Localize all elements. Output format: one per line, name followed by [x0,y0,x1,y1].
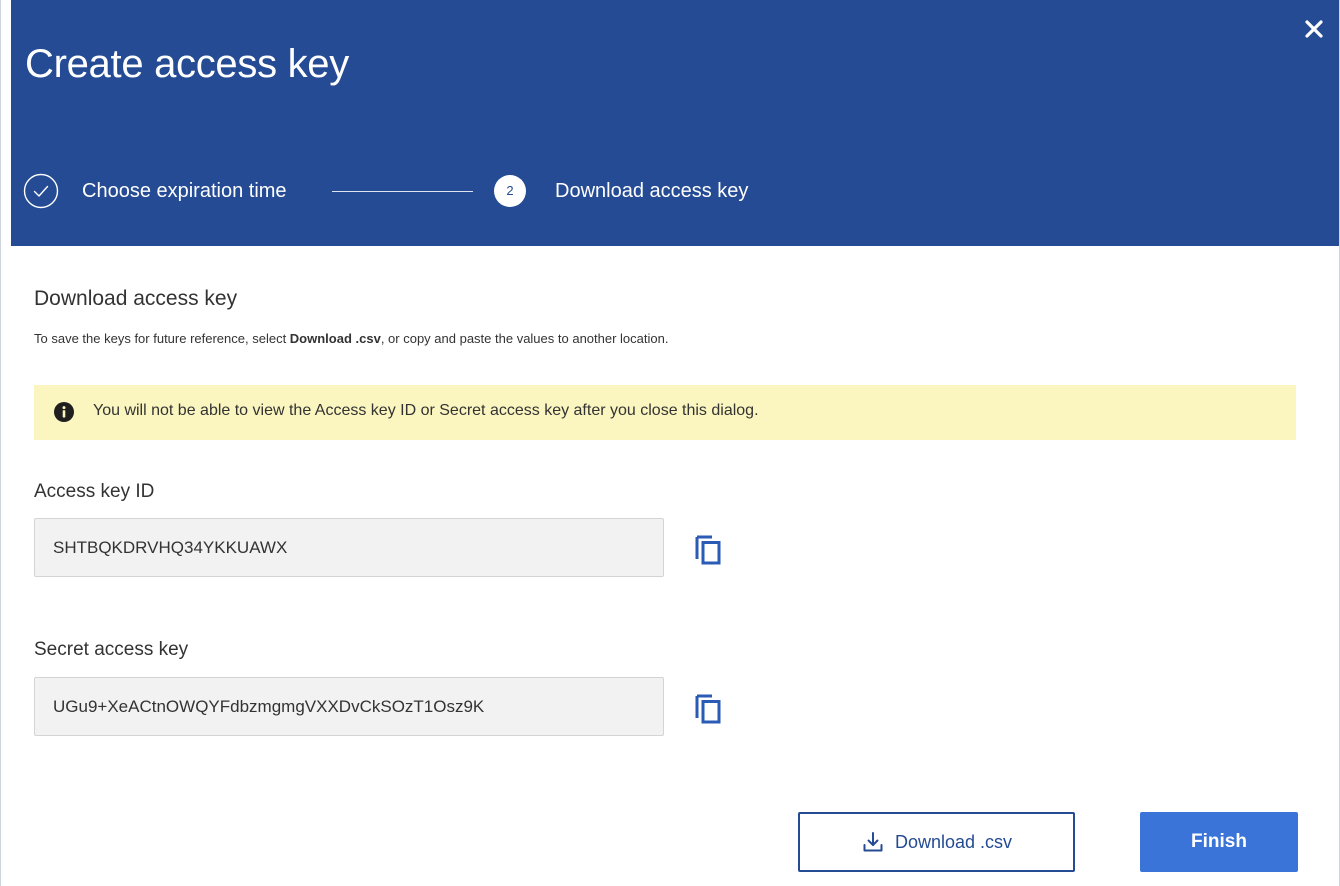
access-key-id-field[interactable] [34,518,664,577]
download-icon [863,832,883,852]
copy-secret-access-key-button[interactable] [694,692,722,724]
secret-access-key-label: Secret access key [34,639,189,660]
instructions-before: To save the keys for future reference, s… [34,331,290,346]
access-key-id-label: Access key ID [34,481,155,502]
dialog-header: Create access key Choose expiration time… [11,0,1339,246]
secret-access-key-field[interactable] [34,677,664,736]
warning-alert: You will not be able to view the Access … [34,385,1296,440]
finish-button[interactable]: Finish [1140,812,1298,872]
section-title: Download access key [34,287,238,310]
step-connector [332,191,473,192]
copy-icon [695,535,721,565]
dialog-title: Create access key [25,42,349,86]
close-icon [1305,20,1323,38]
instructions-after: , or copy and paste the values to anothe… [380,331,669,346]
download-csv-button[interactable]: Download .csv [798,812,1075,872]
step-2-number: 2 [494,175,526,207]
info-icon [54,402,74,422]
alert-text: You will not be able to view the Access … [93,402,759,419]
step-2-label: Download access key [555,180,749,202]
copy-icon [695,694,721,724]
download-csv-label: Download .csv [894,831,1013,852]
close-button[interactable] [1297,12,1331,46]
instructions-text: To save the keys for future reference, s… [34,331,668,346]
step-1-label: Choose expiration time [82,180,287,202]
instructions-bold: Download .csv [289,331,381,346]
create-access-key-dialog: Create access key Choose expiration time… [0,0,1340,886]
check-circle-icon [23,173,59,209]
download-csv-button-content: Download .csv [800,814,1073,870]
copy-access-key-id-button[interactable] [694,533,722,565]
stepper: Choose expiration time 2 Download access… [23,172,923,212]
